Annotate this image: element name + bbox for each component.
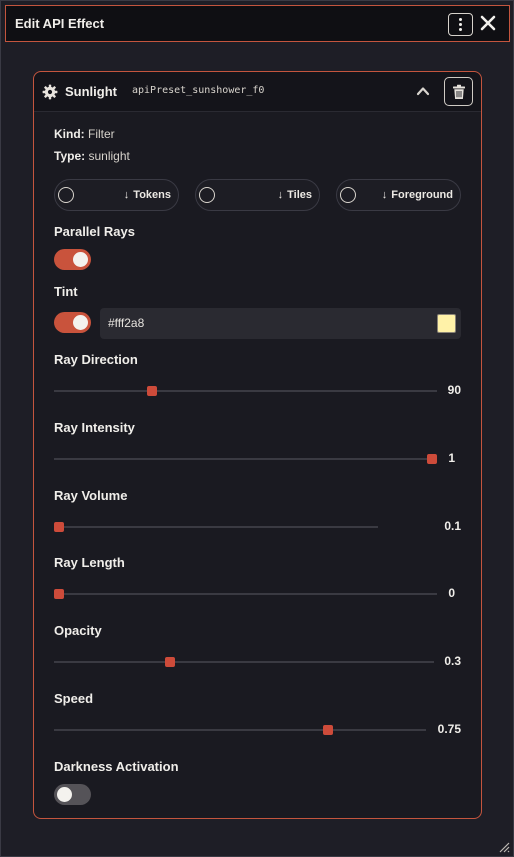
tint-color-field[interactable]: #fff2a8 [100,308,461,339]
ray-volume-label: Ray Volume [54,488,128,503]
ray-intensity-slider-track[interactable] [54,458,437,460]
window-titlebar[interactable]: Edit API Effect [5,5,510,42]
opacity-slider-track[interactable] [54,661,434,663]
kind-row: Kind: Filter [54,127,115,141]
tint-label: Tint [54,284,78,299]
resize-handle-icon[interactable] [498,841,510,853]
opacity-slider-thumb[interactable] [165,657,175,667]
effect-card: Sunlight apiPreset_sunshower_f0 Kind: Fi… [33,71,482,819]
menu-kebab-button[interactable] [448,13,473,36]
target-tokens-option[interactable]: ↓ Tokens [54,179,179,211]
kebab-dot [459,28,462,31]
chevron-up-icon[interactable] [416,85,430,97]
type-label: Type: [54,149,86,163]
edit-api-effect-window: Edit API Effect Sunlight apiPreset_sunsh… [0,0,514,857]
effect-card-header[interactable]: Sunlight apiPreset_sunshower_f0 [34,72,481,112]
parallel-rays-toggle[interactable] [54,249,91,270]
speed-value: 0.75 [437,722,461,736]
toggle-knob [73,252,88,267]
ray-volume-value: 0.1 [444,519,461,533]
window-title: Edit API Effect [15,16,105,31]
trash-icon [452,84,465,99]
close-icon[interactable] [479,14,497,32]
darkness-activation-label: Darkness Activation [54,759,179,774]
ray-direction-slider-thumb[interactable] [147,386,158,396]
tint-toggle[interactable] [54,312,91,333]
toggle-knob [57,787,72,802]
ray-length-slider-track[interactable] [54,593,437,595]
ray-length-label: Ray Length [54,555,125,570]
ray-length-slider-thumb[interactable] [54,589,64,599]
ray-direction-label: Ray Direction [54,352,138,367]
kebab-dot [459,18,462,21]
ray-volume-slider-track[interactable] [54,526,378,528]
darkness-activation-toggle[interactable] [54,784,91,805]
kind-label: Kind: [54,127,85,141]
arrow-down-icon: ↓ [277,189,284,201]
ray-direction-slider-track[interactable] [54,390,437,392]
ray-length-value: 0 [448,586,455,600]
radio-icon[interactable] [58,187,74,203]
type-row: Type: sunlight [54,149,130,163]
type-value: sunlight [88,149,130,163]
tint-hex-value[interactable]: #fff2a8 [108,316,144,330]
preset-id: apiPreset_sunshower_f0 [132,85,265,96]
kind-value: Filter [88,127,115,141]
opacity-label: Opacity [54,623,102,638]
speed-label: Speed [54,691,94,706]
target-foreground-option[interactable]: ↓ Foreground [336,179,461,211]
delete-effect-button[interactable] [444,77,473,106]
arrow-down-icon: ↓ [381,189,388,201]
speed-slider-track[interactable] [54,729,426,731]
tint-color-swatch[interactable] [437,314,456,333]
opacity-value: 0.3 [444,654,461,668]
parallel-rays-label: Parallel Rays [54,224,135,239]
target-tiles-option[interactable]: ↓ Tiles [195,179,320,211]
target-label: Tiles [287,189,312,201]
radio-icon[interactable] [199,187,215,203]
toggle-knob [73,315,88,330]
kebab-dot [459,23,462,26]
effect-name: Sunlight [65,84,117,99]
ray-intensity-slider-thumb[interactable] [427,454,437,464]
ray-intensity-label: Ray Intensity [54,420,135,435]
target-label: Foreground [391,189,453,201]
radio-icon[interactable] [340,187,356,203]
ray-intensity-value: 1 [448,451,455,465]
speed-slider-thumb[interactable] [323,725,334,735]
arrow-down-icon: ↓ [123,189,130,201]
ray-volume-slider-thumb[interactable] [54,522,64,532]
gear-icon [42,84,58,100]
target-label: Tokens [133,189,171,201]
ray-direction-value: 90 [447,383,461,397]
